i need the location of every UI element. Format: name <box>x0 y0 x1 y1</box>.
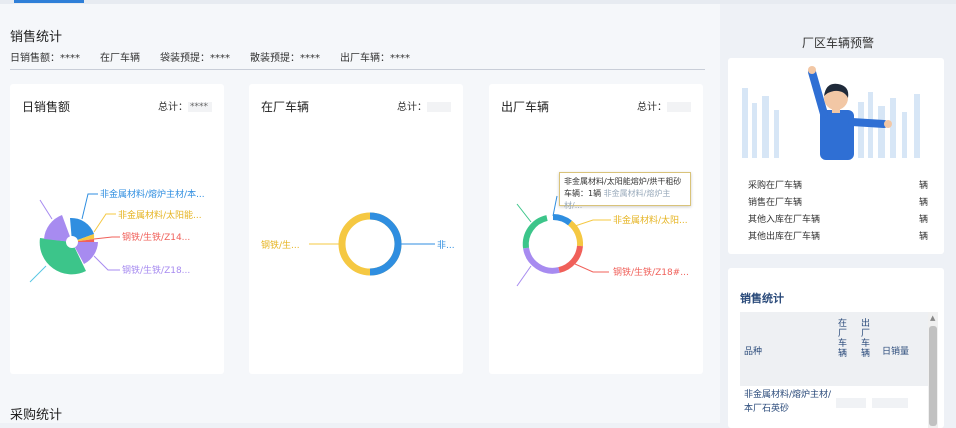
table-row[interactable]: 非金属材料/熔炉主材/本厂石英砂 <box>740 386 928 426</box>
alarm-title: 厂区车辆预警 <box>801 36 874 50</box>
cell-in-factory <box>836 398 866 408</box>
scroll-thumb[interactable] <box>929 326 937 426</box>
donut-arc-red <box>558 245 583 273</box>
donut-arc-green <box>522 215 548 249</box>
table-scrollbar[interactable]: ▲ <box>928 312 938 428</box>
leader-line-6 <box>29 265 47 283</box>
pie-label-2: 非金属材料/太阳能... <box>118 209 202 221</box>
leader-line-1 <box>81 193 98 220</box>
bulk-warning-summary: 散装预提：**** <box>250 53 320 64</box>
daily-sales-card: 日销售额 总计： **** 非金属材料/熔炉主材/本... 非金属材料/太阳能..… <box>10 84 224 374</box>
alarm-row-other-out: 其他出库在厂车辆辆 <box>748 232 928 242</box>
out-factory-card: 出厂车辆 总计： 非金属材料/太阳... 钢铁/生铁/Z18#... 非金属材料… <box>489 84 703 374</box>
donut-label-1: 非金属材料/太阳... <box>613 214 688 226</box>
sales-stats-card: 销售统计 品种 在厂车辆 出厂车辆 日销量 非金属材料/熔炉主材/本厂石英砂 ▲ <box>728 268 944 428</box>
pie-label-1: 非金属材料/熔炉主材/本... <box>100 188 205 200</box>
section-divider <box>10 69 705 70</box>
leader-line-3 <box>516 265 532 287</box>
leader-line-4 <box>516 203 532 223</box>
leader-line-3 <box>93 236 120 240</box>
leader-line-1 <box>574 219 611 227</box>
cell-product: 非金属材料/熔炉主材/本厂石英砂 <box>744 390 832 414</box>
right-sidebar: 厂区车辆预警 采购在厂车辆 辆 销售在厂车辆 辆 其他入库在厂车辆 辆 其他出库… <box>720 4 956 428</box>
alarm-row-sales: 销售在厂车辆辆 <box>748 198 928 208</box>
stats-title: 销售统计 <box>740 292 784 305</box>
daily-sales-pie-chart[interactable]: 非金属材料/熔炉主材/本... 非金属材料/太阳能... 钢铁/生铁/Z14..… <box>10 84 224 374</box>
donut-label-2: 钢铁/生铁/Z18#... <box>613 266 689 278</box>
cell-out-factory <box>872 398 908 408</box>
donut-arc-blue <box>369 212 402 276</box>
daily-sales-summary: 日销售额：**** <box>10 53 80 64</box>
alarm-row-purchase: 采购在厂车辆辆 <box>748 181 928 191</box>
alarm-row-other-in: 其他入库在厂车辆辆 <box>748 215 928 225</box>
active-tab-indicator[interactable] <box>14 0 84 3</box>
out-factory-summary: 出厂车辆：**** <box>340 53 410 64</box>
chart-tooltip: 非金属材料/太阳能熔炉/烘干粗砂 车辆：1辆 非金属材料/熔炉主材/... <box>559 172 691 210</box>
col-in-factory: 在厂车辆 <box>836 318 846 358</box>
donut-arc-purple <box>523 247 560 274</box>
leader-line-2 <box>574 263 609 273</box>
out-factory-donut-chart[interactable]: 非金属材料/太阳... 钢铁/生铁/Z18#... <box>489 84 703 374</box>
leader-line-5 <box>39 199 53 220</box>
table-header: 品种 在厂车辆 出厂车辆 日销量 <box>740 312 928 386</box>
bag-warning-summary: 袋装预提：**** <box>160 53 230 64</box>
main-panel: 销售统计 日销售额：**** 在厂车辆 袋装预提：**** 散装预提：**** … <box>0 4 720 423</box>
sales-summary: 日销售额：**** 在厂车辆 袋装预提：**** 散装预提：**** 出厂车辆：… <box>10 49 410 64</box>
in-factory-summary: 在厂车辆 <box>100 53 140 64</box>
leader-line-5 <box>552 195 558 217</box>
pie-label-3: 钢铁/生铁/Z14... <box>122 231 190 243</box>
in-factory-card: 在厂车辆 总计： 钢铁/生... 非... <box>249 84 463 374</box>
sales-section-title: 销售统计 <box>10 30 63 45</box>
donut-arc-yellow <box>567 220 584 247</box>
alarm-illustration <box>742 66 920 160</box>
scroll-up-icon[interactable]: ▲ <box>930 314 935 322</box>
in-factory-donut-chart[interactable]: 钢铁/生... 非... <box>249 84 463 374</box>
purchase-section-title: 采购统计 <box>10 408 63 423</box>
col-daily-sales: 日销量 <box>882 347 910 357</box>
leader-line-2 <box>93 213 116 233</box>
donut-label-right: 非... <box>437 239 455 251</box>
col-out-factory: 出厂车辆 <box>859 318 869 358</box>
pie-label-4: 钢铁/生铁/Z18... <box>122 264 190 276</box>
vehicle-alarm-card: 采购在厂车辆辆 销售在厂车辆辆 其他入库在厂车辆辆 其他出库在厂车辆辆 <box>728 58 944 254</box>
leader-line-4 <box>93 255 120 271</box>
donut-label-left: 钢铁/生... <box>261 239 300 251</box>
donut-arc-blue <box>552 213 572 226</box>
col-product: 品种 <box>744 347 763 357</box>
